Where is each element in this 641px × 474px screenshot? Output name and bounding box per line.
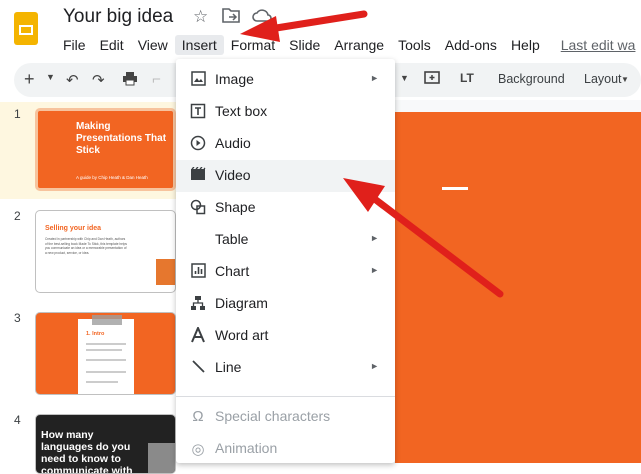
annotation-arrow-insert: [240, 10, 368, 42]
annotation-arrow-video: [343, 178, 504, 298]
annotation-arrows: [240, 10, 504, 298]
